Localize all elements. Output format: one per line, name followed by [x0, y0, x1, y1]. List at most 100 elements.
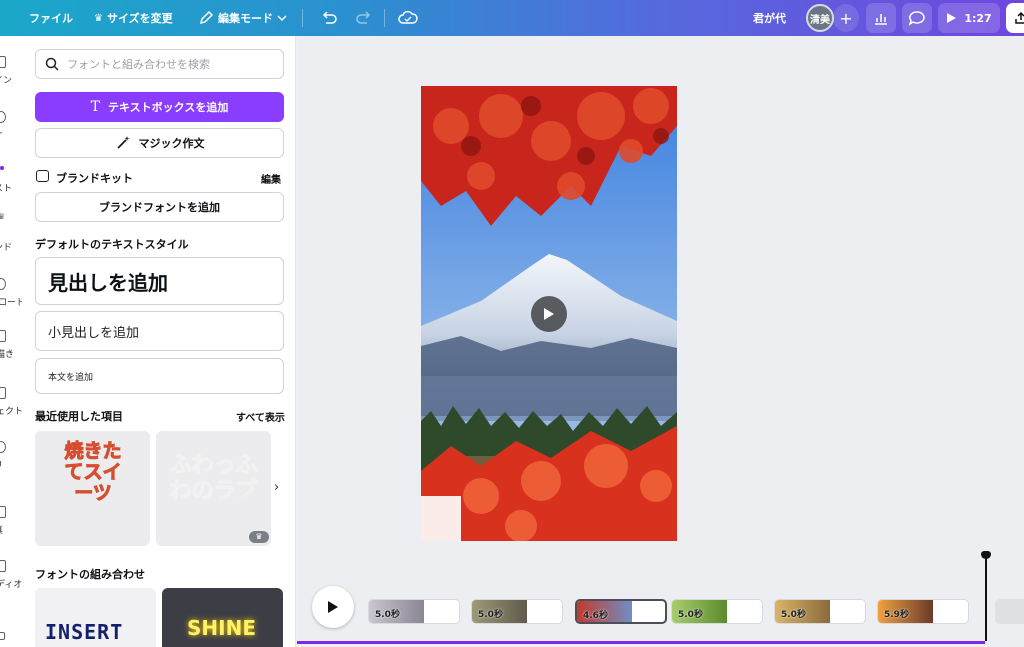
timeline: 5.0秒 5.0秒 4.6秒 5.0秒 5.0秒 5.9秒: [297, 551, 1024, 647]
rail-item-apps[interactable]: リ: [0, 441, 22, 481]
duration-label: 1:27: [964, 11, 992, 25]
undo-icon[interactable]: [320, 0, 338, 36]
rail-label: ディオ: [0, 580, 22, 590]
font-combos-heading: フォントの組み合わせ: [35, 568, 145, 581]
redo-icon[interactable]: [355, 0, 373, 36]
recent-item-card[interactable]: 焼きたてスイーツ: [35, 431, 150, 546]
timeline-progress-bar[interactable]: [297, 641, 985, 644]
more-icon[interactable]: [0, 632, 5, 640]
premium-crown-badge: ♛: [249, 531, 269, 543]
rail-item-brand[interactable]: ♛ ンド: [0, 212, 22, 253]
share-button[interactable]: [1006, 3, 1024, 33]
timeline-next-clip-stub[interactable]: [995, 599, 1024, 624]
playhead-line[interactable]: [985, 555, 987, 641]
timeline-clip[interactable]: 5.0秒: [774, 599, 866, 624]
chevron-down-icon: [277, 15, 287, 22]
add-body-button[interactable]: 本文を追加: [35, 358, 284, 394]
insights-button[interactable]: [866, 3, 896, 33]
recent-item-text: 焼きたてスイーツ: [64, 440, 122, 504]
audio-icon: [0, 560, 6, 572]
search-box[interactable]: [35, 49, 284, 79]
avatar[interactable]: 清美: [806, 4, 834, 32]
edit-mode-label: 編集モード: [218, 12, 273, 25]
font-combo-text: INSERT: [45, 620, 124, 644]
clip-duration: 5.9秒: [884, 610, 909, 620]
recent-item-card[interactable]: ふわっふわのラブ ♛: [156, 431, 271, 546]
rail-item-draw[interactable]: 描き: [0, 330, 22, 370]
rail-label: ェクト: [0, 407, 22, 417]
canvas-area: [297, 36, 1024, 586]
timeline-play-button[interactable]: [312, 586, 354, 628]
bar-chart-icon: [875, 14, 887, 25]
rail-item-elements[interactable]: オ: [0, 111, 22, 151]
play-icon: [544, 308, 554, 320]
default-styles-heading: デフォルトのテキストスタイル: [35, 238, 189, 251]
rail-label: ンド: [0, 243, 13, 253]
add-textbox-button[interactable]: T テキストボックスを追加: [35, 92, 284, 122]
magic-write-button[interactable]: マジック作文: [35, 128, 284, 158]
comment-button[interactable]: [902, 3, 932, 33]
clip-duration: 5.0秒: [781, 610, 806, 620]
recent-heading: 最近使用した項目: [35, 410, 123, 423]
rail-label: 真: [0, 523, 3, 536]
file-menu[interactable]: ファイル: [29, 0, 73, 36]
timeline-clip[interactable]: 5.0秒: [368, 599, 460, 624]
apps-icon: [0, 441, 6, 453]
video-play-button[interactable]: [531, 296, 567, 332]
edit-mode-dropdown[interactable]: 編集モード: [198, 0, 287, 36]
rail-label: スト: [0, 184, 13, 194]
add-textbox-label: テキストボックスを追加: [108, 101, 229, 114]
add-brand-font-button[interactable]: ブランドフォントを追加: [35, 192, 284, 222]
timeline-clip[interactable]: 5.9秒: [877, 599, 969, 624]
draw-icon: [0, 330, 6, 342]
rail-label: オ: [0, 128, 3, 141]
clip-duration: 5.0秒: [375, 610, 400, 620]
magic-wand-icon: [116, 136, 129, 149]
avatar-initials: 清美: [810, 14, 830, 26]
add-heading-label: 見出しを追加: [48, 270, 168, 295]
divider: [384, 9, 385, 27]
timeline-clip[interactable]: 5.0秒: [671, 599, 763, 624]
add-subheading-button[interactable]: 小見出しを追加: [35, 311, 284, 351]
add-brand-font-label: ブランドフォントを追加: [99, 201, 220, 214]
rail-item-photos[interactable]: 真: [0, 506, 22, 546]
search-input[interactable]: [67, 57, 267, 71]
resize-button[interactable]: ♛ サイズを変更: [94, 0, 173, 36]
menu-icon[interactable]: [0, 0, 6, 36]
font-combo-card[interactable]: INSERT: [35, 588, 156, 647]
team-name[interactable]: 君が代: [753, 0, 786, 36]
team-name-label: 君が代: [753, 12, 786, 25]
add-heading-button[interactable]: 見出しを追加: [35, 257, 284, 305]
recent-item-text: ふわっふわのラブ: [169, 453, 258, 505]
chevron-right-icon[interactable]: ›: [274, 480, 279, 495]
add-body-label: 本文を追加: [48, 372, 94, 383]
rail-item-uploads[interactable]: ロード: [0, 278, 22, 318]
upload-icon: [0, 278, 6, 290]
divider: [302, 9, 303, 27]
present-play-button[interactable]: 1:27: [938, 3, 1000, 33]
rail-label: リ: [0, 458, 3, 471]
video-page[interactable]: [421, 86, 677, 541]
timeline-clip[interactable]: 5.0秒: [471, 599, 563, 624]
magic-write-label: マジック作文: [138, 137, 205, 150]
clip-duration: 4.6秒: [583, 611, 608, 621]
rail-item-projects[interactable]: ェクト: [0, 387, 22, 427]
invite-plus-button[interactable]: +: [833, 4, 859, 32]
rail-item-audio[interactable]: ディオ: [0, 560, 22, 600]
photos-icon: [0, 506, 6, 518]
rail-label: ロード: [0, 298, 22, 308]
rail-item-design[interactable]: イン: [0, 56, 22, 96]
brand-kit-icon: [36, 170, 49, 182]
add-subheading-label: 小見出しを追加: [48, 325, 140, 341]
rail-label: 描き: [0, 350, 15, 360]
cloud-save-icon[interactable]: [398, 0, 418, 36]
rail-item-text[interactable]: スト: [0, 164, 22, 204]
plus-icon: +: [839, 8, 853, 28]
font-combo-card[interactable]: SHINE: [162, 588, 283, 647]
font-combo-text: SHINE: [187, 616, 256, 640]
show-all-link[interactable]: すべて表示: [236, 409, 285, 424]
timeline-clip[interactable]: 4.6秒: [575, 599, 667, 624]
rail-label: イン: [0, 76, 13, 86]
pencil-icon: [199, 10, 214, 25]
brand-kit-edit-link[interactable]: 編集: [261, 171, 281, 186]
